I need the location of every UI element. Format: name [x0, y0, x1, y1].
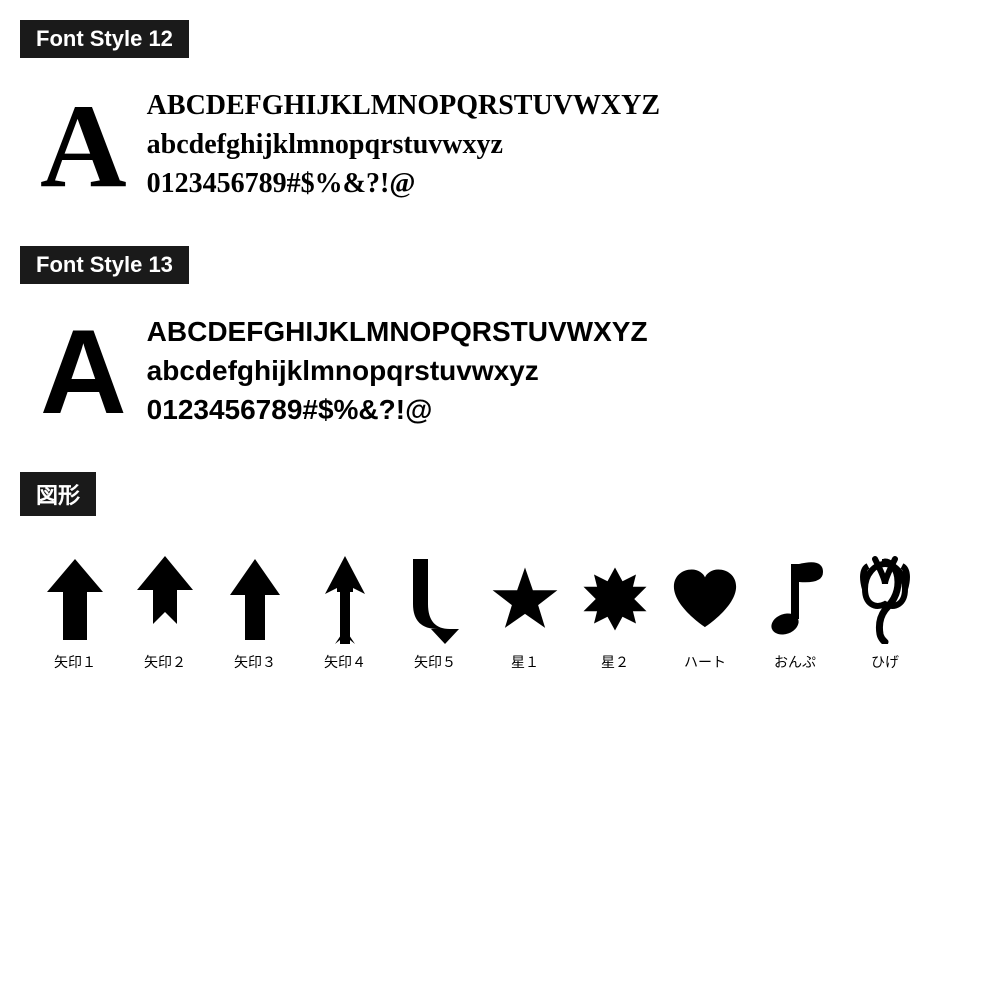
- shape-label-star2: 星２: [601, 652, 629, 672]
- arrow4-icon: [310, 554, 380, 644]
- heart-icon: [670, 554, 740, 644]
- shape-item-heart: ハート: [660, 554, 750, 672]
- shape-label-hige: ひげ: [871, 652, 899, 672]
- arrow5-icon: [400, 554, 470, 644]
- arrow3-icon: [220, 554, 290, 644]
- arrow1-icon: [40, 554, 110, 644]
- shapes-section: 図形 矢印１ 矢印２: [20, 472, 980, 672]
- arrow2-icon: [130, 554, 200, 644]
- font-style-12-row-1: ABCDEFGHIJKLMNOPQRSTUVWXYZ: [147, 86, 660, 125]
- font-style-13-section: Font Style 13 A ABCDEFGHIJKLMNOPQRSTUVWX…: [20, 246, 980, 442]
- shape-label-arrow2: 矢印２: [144, 652, 186, 672]
- page: Font Style 12 A ABCDEFGHIJKLMNOPQRSTUVWX…: [0, 0, 1000, 722]
- shape-label-arrow4: 矢印４: [324, 652, 366, 672]
- shape-label-music: おんぷ: [774, 652, 816, 672]
- shape-item-arrow2: 矢印２: [120, 554, 210, 672]
- font-style-13-row-2: abcdefghijklmnopqrstuvwxyz: [147, 351, 648, 390]
- font-style-12-row-3: 0123456789#$%&?!@: [147, 164, 660, 203]
- font-style-13-char-rows: ABCDEFGHIJKLMNOPQRSTUVWXYZ abcdefghijklm…: [147, 312, 648, 430]
- shape-item-star1: 星１: [480, 554, 570, 672]
- shape-item-arrow5: 矢印５: [390, 554, 480, 672]
- shape-item-arrow3: 矢印３: [210, 554, 300, 672]
- music-icon: [760, 554, 830, 644]
- star1-icon: [490, 554, 560, 644]
- font-style-12-title: Font Style 12: [20, 20, 189, 58]
- shapes-section-title: 図形: [20, 472, 96, 516]
- shape-item-hige: ひげ: [840, 554, 930, 672]
- font-style-13-big-letter: A: [40, 312, 127, 432]
- shape-label-arrow3: 矢印３: [234, 652, 276, 672]
- font-style-12-big-letter: A: [40, 86, 127, 206]
- shape-item-arrow1: 矢印１: [30, 554, 120, 672]
- shape-item-star2: 星２: [570, 554, 660, 672]
- font-style-12-row-2: abcdefghijklmnopqrstuvwxyz: [147, 125, 660, 164]
- font-style-12-char-rows: ABCDEFGHIJKLMNOPQRSTUVWXYZ abcdefghijklm…: [147, 86, 660, 204]
- font-style-13-row-1: ABCDEFGHIJKLMNOPQRSTUVWXYZ: [147, 312, 648, 351]
- shape-label-arrow1: 矢印１: [54, 652, 96, 672]
- shape-label-heart: ハート: [684, 652, 726, 672]
- shape-label-star1: 星１: [511, 652, 539, 672]
- shapes-grid: 矢印１ 矢印２ 矢印３: [20, 534, 980, 672]
- font-style-13-row-3: 0123456789#$%&?!@: [147, 390, 648, 429]
- font-style-12-section: Font Style 12 A ABCDEFGHIJKLMNOPQRSTUVWX…: [20, 20, 980, 216]
- shape-label-arrow5: 矢印５: [414, 652, 456, 672]
- star2-icon: [580, 554, 650, 644]
- font-style-13-demo: A ABCDEFGHIJKLMNOPQRSTUVWXYZ abcdefghijk…: [20, 302, 980, 442]
- shape-item-arrow4: 矢印４: [300, 554, 390, 672]
- shape-item-music: おんぷ: [750, 554, 840, 672]
- font-style-12-demo: A ABCDEFGHIJKLMNOPQRSTUVWXYZ abcdefghijk…: [20, 76, 980, 216]
- hige-icon: [850, 554, 920, 644]
- font-style-13-title: Font Style 13: [20, 246, 189, 284]
